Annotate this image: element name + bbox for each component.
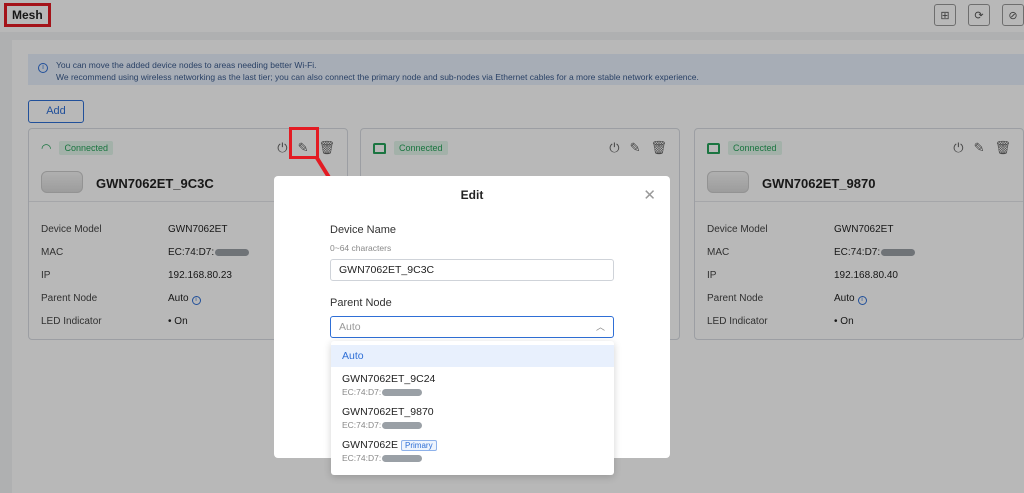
option-label: GWN7062ET_9870	[342, 406, 434, 418]
option-mac: EC:74:D7:	[342, 420, 382, 430]
chevron-up-icon: ︿	[595, 322, 605, 332]
option-node[interactable]: GWN7062ET_9870 EC:74:D7:	[331, 406, 614, 433]
parent-node-label: Parent Node	[330, 297, 392, 309]
primary-tag: Primary	[401, 440, 437, 451]
parent-node-dropdown: Auto GWN7062ET_9C24 EC:74:D7: GWN7062ET_…	[331, 341, 614, 475]
redacted-mark	[382, 422, 423, 430]
dialog-title: Edit	[460, 188, 484, 202]
option-label: GWN7062ET_9C24	[342, 373, 436, 385]
device-name-input[interactable]: GWN7062ET_9C3C	[330, 259, 614, 281]
option-mac: EC:74:D7:	[342, 453, 382, 463]
close-icon[interactable]: ✕	[643, 186, 656, 204]
option-node[interactable]: GWN7062E Primary EC:74:D7:	[331, 439, 614, 466]
redacted-mark	[382, 389, 423, 397]
device-name-label: Device Name	[330, 224, 397, 236]
parent-node-selected: Auto	[339, 321, 361, 333]
parent-node-select[interactable]: Auto ︿	[330, 316, 614, 338]
option-auto[interactable]: Auto	[331, 345, 614, 367]
option-mac: EC:74:D7:	[342, 387, 382, 397]
device-name-hint: 0~64 characters	[330, 243, 392, 253]
option-label: GWN7062E	[342, 439, 399, 451]
redacted-mark	[382, 455, 423, 463]
option-node[interactable]: GWN7062ET_9C24 EC:74:D7:	[331, 373, 614, 400]
